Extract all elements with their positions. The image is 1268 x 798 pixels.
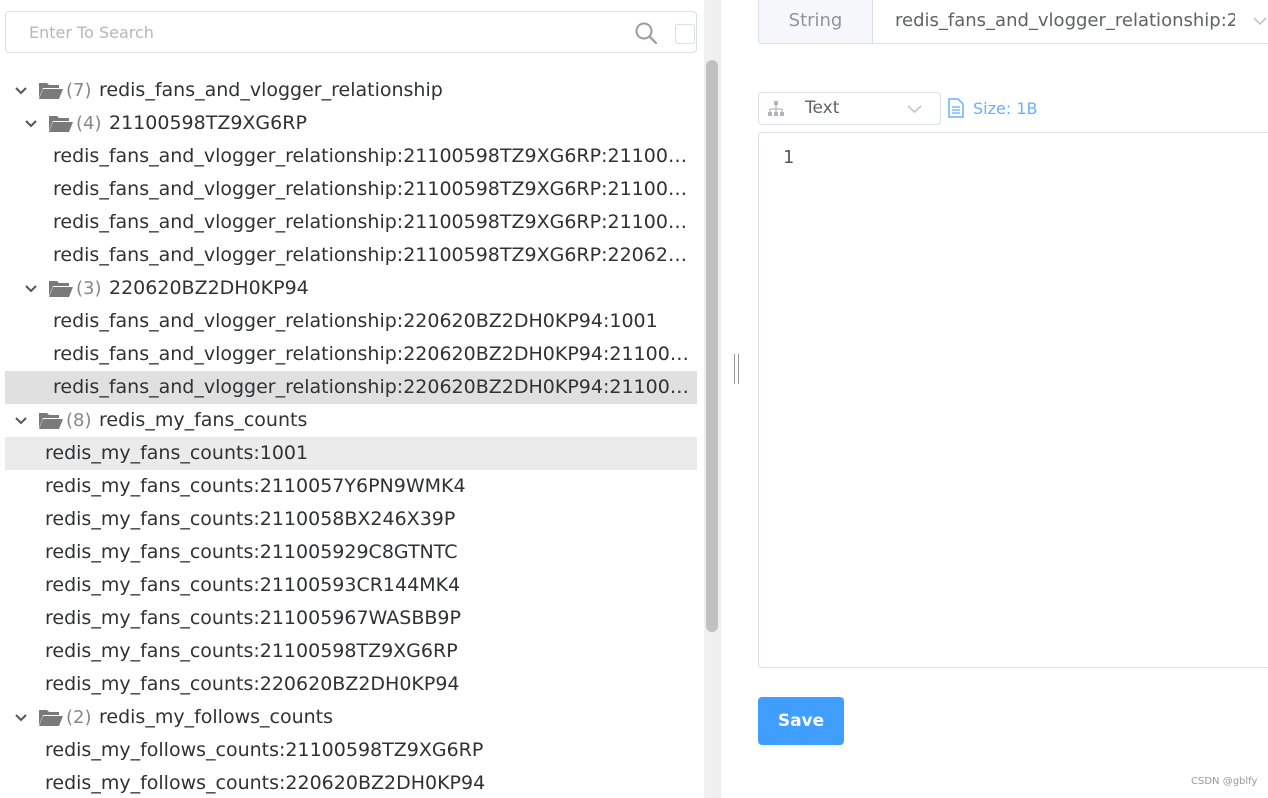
hierarchy-icon [768,101,784,116]
key-label: redis_fans_and_vlogger_relationship:2206… [53,343,695,365]
folder-count: (2) [66,707,92,728]
folder-count: (3) [76,278,102,299]
folder-label: redis_my_fans_counts [99,409,308,431]
tree-scrollbar-thumb[interactable] [706,60,718,632]
tree-folder-node[interactable]: (7) redis_fans_and_vlogger_relationship [5,74,697,107]
folder-open-icon [39,83,63,99]
tree-key-node[interactable]: redis_my_fans_counts:21100593CR144MK4 [5,569,697,602]
key-tree: (7) redis_fans_and_vlogger_relationship (4… [5,74,697,798]
tree-key-node[interactable]: redis_my_follows_counts:21100598TZ9XG6RP [5,734,697,767]
save-button[interactable]: Save [758,697,844,745]
key-label: redis_fans_and_vlogger_relationship:2110… [53,145,695,167]
tree-key-node[interactable]: redis_my_fans_counts:211005967WASBB9P [5,602,697,635]
tree-folder-node[interactable]: (2) redis_my_follows_counts [5,701,697,734]
folder-open-icon [39,710,63,726]
key-label: redis_my_fans_counts:21100593CR144MK4 [45,574,461,596]
tree-key-node[interactable]: redis_fans_and_vlogger_relationship:2206… [5,338,697,371]
search-box [5,11,697,53]
chevron-down-icon [907,105,922,114]
key-label: redis_my_follows_counts:21100598TZ9XG6RP [45,739,484,761]
key-label: redis_my_fans_counts:1001 [45,442,309,464]
tree-key-node[interactable]: redis_my_fans_counts:2110057Y6PN9WMK4 [5,470,697,503]
chevron-down-icon [1253,17,1267,26]
key-label: redis_my_fans_counts:211005967WASBB9P [45,607,461,629]
key-label: redis_my_fans_counts:2110058BX246X39P [45,508,456,530]
tree-key-node[interactable]: redis_my_fans_counts:211005929C8GTNTC [5,536,697,569]
exact-match-checkbox[interactable] [675,24,695,44]
key-tree-panel: (7) redis_fans_and_vlogger_relationship (4… [0,0,706,798]
tree-key-node[interactable]: redis_my_fans_counts:220620BZ2DH0KP94 [5,668,697,701]
key-label: redis_fans_and_vlogger_relationship:2206… [53,376,695,398]
key-label: redis_fans_and_vlogger_relationship:2206… [53,310,658,332]
tree-key-node[interactable]: redis_my_follows_counts:220620BZ2DH0KP94 [5,767,697,798]
chevron-down-icon[interactable] [14,85,28,97]
chevron-down-icon[interactable] [14,415,28,427]
key-label: redis_fans_and_vlogger_relationship:2110… [53,211,695,233]
key-name-value: redis_fans_and_vlogger_relationship:2206… [895,10,1235,31]
search-input[interactable] [6,12,606,52]
key-label: redis_my_fans_counts:220620BZ2DH0KP94 [45,673,460,695]
tree-key-node[interactable]: redis_fans_and_vlogger_relationship:2110… [5,206,697,239]
value-editor[interactable]: 1 [758,132,1268,668]
folder-label: 220620BZ2DH0KP94 [109,277,309,299]
chevron-down-icon[interactable] [24,118,38,130]
tree-folder-node[interactable]: (3) 220620BZ2DH0KP94 [5,272,697,305]
key-label: redis_fans_and_vlogger_relationship:2110… [53,178,695,200]
key-label: redis_fans_and_vlogger_relationship:2110… [53,244,695,266]
tree-key-node[interactable]: redis_fans_and_vlogger_relationship:2206… [5,305,697,338]
tree-key-node[interactable]: redis_fans_and_vlogger_relationship:2206… [5,371,697,404]
tree-key-node[interactable]: redis_my_fans_counts:1001 [5,437,697,470]
chevron-down-icon[interactable] [14,712,28,724]
folder-label: 21100598TZ9XG6RP [109,112,307,134]
document-icon [948,98,964,118]
key-label: redis_my_fans_counts:211005929C8GTNTC [45,541,458,563]
view-format-label: Text [805,98,840,118]
folder-open-icon [49,116,73,132]
tree-key-node[interactable]: redis_fans_and_vlogger_relationship:2110… [5,173,697,206]
value-size-label: Size: 1B [973,99,1038,118]
tree-folder-node[interactable]: (8) redis_my_fans_counts [5,404,697,437]
tree-key-node[interactable]: redis_fans_and_vlogger_relationship:2110… [5,239,697,272]
chevron-down-icon[interactable] [24,283,38,295]
folder-count: (8) [66,410,92,431]
tree-folder-node[interactable]: (4) 21100598TZ9XG6RP [5,107,697,140]
editor-line-number: 1 [783,147,794,168]
search-icon[interactable] [634,21,658,45]
folder-label: redis_fans_and_vlogger_relationship [99,79,443,101]
view-format-select[interactable]: Text [758,92,941,125]
watermark: CSDN @gblfy [1191,776,1258,787]
folder-open-icon [39,413,63,429]
key-label: redis_my_fans_counts:21100598TZ9XG6RP [45,640,458,662]
pane-divider [719,0,721,798]
folder-open-icon [49,281,73,297]
tree-key-node[interactable]: redis_my_fans_counts:21100598TZ9XG6RP [5,635,697,668]
resize-handle[interactable] [733,354,741,384]
tree-key-node[interactable]: redis_fans_and_vlogger_relationship:2110… [5,140,697,173]
folder-label: redis_my_follows_counts [99,706,334,728]
key-name-select[interactable]: redis_fans_and_vlogger_relationship:2206… [872,0,1268,44]
tree-key-node[interactable]: redis_my_fans_counts:2110058BX246X39P [5,503,697,536]
key-type-label: String [758,0,872,44]
key-label: redis_my_follows_counts:220620BZ2DH0KP94 [45,772,486,794]
folder-count: (4) [76,113,102,134]
key-label: redis_my_fans_counts:2110057Y6PN9WMK4 [45,475,466,497]
folder-count: (7) [66,80,92,101]
